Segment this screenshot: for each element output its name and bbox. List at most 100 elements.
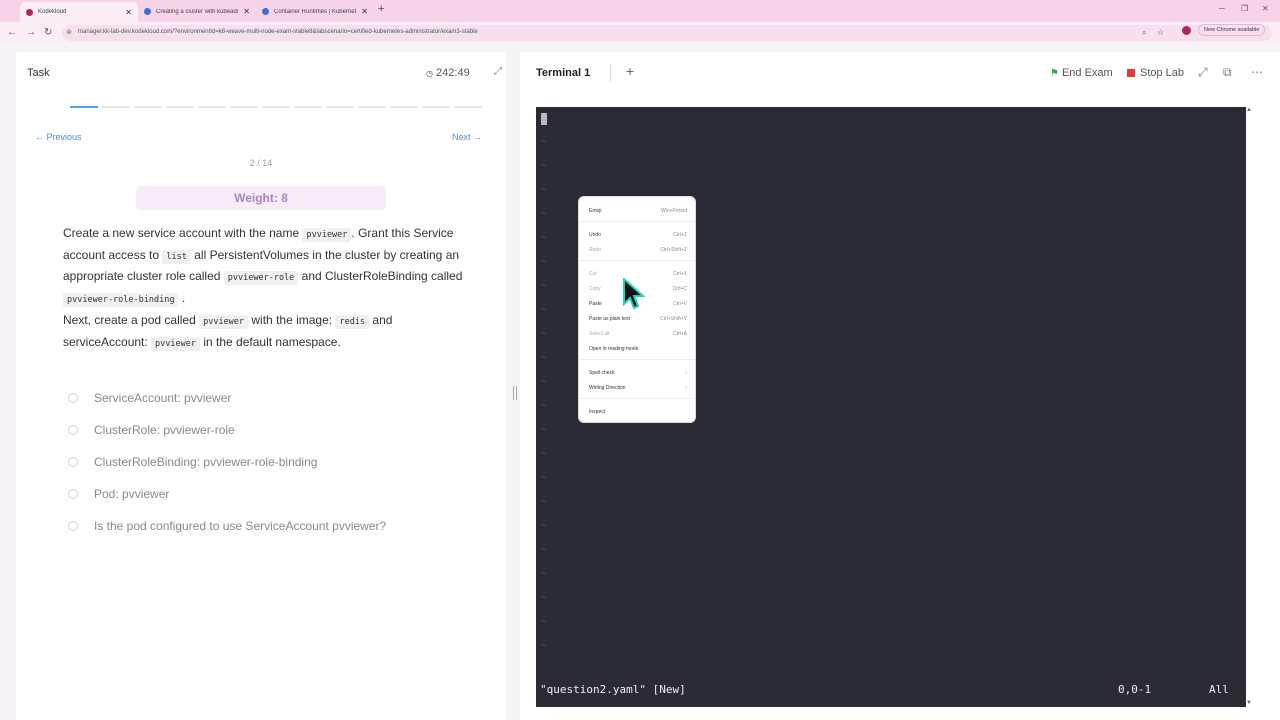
context-menu-item-select-all[interactable]: Select all Ctrl+A <box>589 331 687 337</box>
check-label: Is the pod configured to use ServiceAcco… <box>94 519 387 533</box>
desc-code: list <box>162 249 191 264</box>
arrow-left-icon: ← <box>35 132 44 142</box>
more-options-icon[interactable]: ⋯ <box>1251 65 1263 79</box>
menu-item-label: Emoji <box>589 208 602 214</box>
context-menu-item-emoji[interactable]: Emoji Win+Period <box>589 208 687 214</box>
menu-divider <box>579 359 695 360</box>
previous-button[interactable]: ← Previous <box>35 132 82 142</box>
add-terminal-plus-icon[interactable]: + <box>626 63 634 79</box>
tab-terminal-1[interactable]: Terminal 1 <box>536 67 590 79</box>
end-exam-button[interactable]: ⚑ End Exam <box>1050 67 1113 79</box>
context-menu-item-undo[interactable]: Undo Ctrl+Z <box>589 232 687 238</box>
tab-title: Creating a cluster with kubeadm <box>156 8 238 15</box>
question-progress-bar <box>70 106 482 108</box>
next-button[interactable]: Next → <box>452 132 482 142</box>
flag-icon: ⚑ <box>1050 67 1059 79</box>
context-menu-item-spell-check[interactable]: Spell check › <box>589 370 687 376</box>
previous-label: Previous <box>46 132 82 142</box>
fullscreen-icon[interactable]: ⤢ <box>1198 65 1208 80</box>
browser-tab-kubeadm[interactable]: Creating a cluster with kubeadm ✕ <box>138 3 256 20</box>
submenu-chevron-icon: › <box>685 385 687 391</box>
desc-code: pvviewer <box>199 314 249 329</box>
back-arrow-icon[interactable]: ← <box>7 27 17 38</box>
forward-arrow-icon[interactable]: → <box>26 27 36 38</box>
browser-tab-container-runtimes[interactable]: Container Runtimes | Kubernetes ✕ <box>256 3 374 20</box>
close-tab-icon[interactable]: ✕ <box>243 7 250 16</box>
stop-lab-button[interactable]: Stop Lab <box>1127 67 1184 79</box>
progress-segment[interactable] <box>198 106 226 108</box>
submenu-chevron-icon: › <box>685 370 687 376</box>
context-menu-item-writing-direction[interactable]: Writing Direction › <box>589 385 687 391</box>
context-menu-item-paste-plain[interactable]: Paste as plain text Ctrl+Shift+V <box>589 316 687 322</box>
globe-favicon-icon <box>262 8 269 15</box>
context-menu-item-inspect[interactable]: Inspect <box>589 409 687 415</box>
vim-empty-line-icon: ~ <box>541 161 547 171</box>
menu-divider <box>579 221 695 222</box>
open-external-icon[interactable]: ⧉ <box>1223 65 1232 80</box>
progress-segment[interactable] <box>454 106 482 108</box>
vim-status-scroll: All <box>1209 683 1229 696</box>
zoom-icon[interactable]: ⌕ <box>1142 28 1146 38</box>
progress-segment[interactable] <box>102 106 130 108</box>
desc-code: pvviewer <box>302 228 352 242</box>
menu-item-label: Copy <box>589 286 601 292</box>
progress-segment[interactable] <box>230 106 258 108</box>
progress-segment[interactable] <box>294 106 322 108</box>
progress-segment[interactable] <box>326 106 354 108</box>
progress-segment[interactable] <box>262 106 290 108</box>
browser-tab-kodekloud[interactable]: Kodekloud ✕ <box>20 2 138 22</box>
new-tab-plus-icon[interactable]: + <box>378 3 384 15</box>
scroll-up-arrow-icon[interactable]: ▲ <box>1246 107 1252 113</box>
bookmark-star-icon[interactable]: ☆ <box>1157 28 1164 37</box>
site-info-icon[interactable]: ⊜ <box>66 28 72 36</box>
address-bar[interactable]: ⊜ manager.kk-lab-dev.kodekloud.com/?envi… <box>62 25 1272 41</box>
desc-text: Next, create a pod called <box>63 312 196 327</box>
menu-item-shortcut: Ctrl+Z <box>673 232 687 238</box>
menu-item-shortcut: Ctrl+X <box>672 271 687 277</box>
menu-item-shortcut: Ctrl+Shift+V <box>660 316 687 322</box>
globe-favicon-icon <box>144 8 151 15</box>
check-status-icon <box>68 489 78 499</box>
new-chrome-available-button[interactable]: New Chrome available <box>1198 24 1266 36</box>
maximize-icon[interactable]: ❐ <box>1241 4 1248 13</box>
progress-segment[interactable] <box>358 106 386 108</box>
vim-empty-line-icon: ~ <box>541 521 547 531</box>
context-menu-item-redo[interactable]: Redo Ctrl+Shift+Z <box>589 247 687 253</box>
panel-resize-handle[interactable] <box>513 386 517 400</box>
close-tab-icon[interactable]: ✕ <box>125 8 132 17</box>
close-tab-icon[interactable]: ✕ <box>361 7 368 16</box>
context-menu-item-cut[interactable]: Cut Ctrl+X <box>589 271 687 277</box>
expand-icon[interactable]: ⤢ <box>494 66 502 77</box>
profile-avatar[interactable] <box>1182 26 1191 35</box>
vim-empty-line-icon: ~ <box>541 185 547 195</box>
desc-text: . <box>181 291 186 306</box>
progress-segment[interactable] <box>134 106 162 108</box>
progress-segment[interactable] <box>70 106 98 108</box>
timer-icon: ◷ <box>426 69 433 78</box>
desc-code: pvviewer <box>151 336 200 351</box>
minimize-icon[interactable]: ─ <box>1219 4 1225 13</box>
task-panel: Task ◷ 242:49 ⤢ ← Previous Next → 2 / 14… <box>16 52 506 720</box>
progress-segment[interactable] <box>422 106 450 108</box>
exam-timer: ◷ 242:49 <box>426 67 470 79</box>
context-menu-item-reading-mode[interactable]: Open in reading mode <box>589 346 687 352</box>
scroll-down-arrow-icon[interactable]: ▼ <box>1246 700 1252 706</box>
reload-icon[interactable]: ↻ <box>44 27 52 38</box>
menu-item-label: Inspect <box>589 409 606 415</box>
menu-item-shortcut: Ctrl+C <box>672 286 687 292</box>
close-window-icon[interactable]: ✕ <box>1262 4 1269 13</box>
progress-segment[interactable] <box>166 106 194 108</box>
menu-item-label: Writing Direction <box>589 385 626 391</box>
question-counter: 2 / 14 <box>249 158 273 168</box>
progress-segment[interactable] <box>390 106 418 108</box>
end-exam-label: End Exam <box>1061 67 1113 79</box>
question-weight: Weight: 8 <box>136 186 386 210</box>
browser-toolbar: ← → ↻ ⊜ manager.kk-lab-dev.kodekloud.com… <box>0 22 1280 44</box>
menu-item-label: Select all <box>589 331 610 337</box>
vim-empty-line-icon: ~ <box>541 569 547 579</box>
check-status-icon <box>68 521 78 531</box>
menu-item-label: Cut <box>589 271 597 277</box>
vim-empty-line-icon: ~ <box>541 353 547 363</box>
vim-empty-line-icon: ~ <box>541 281 547 291</box>
desc-text: Create a new service account with the na… <box>63 226 300 240</box>
